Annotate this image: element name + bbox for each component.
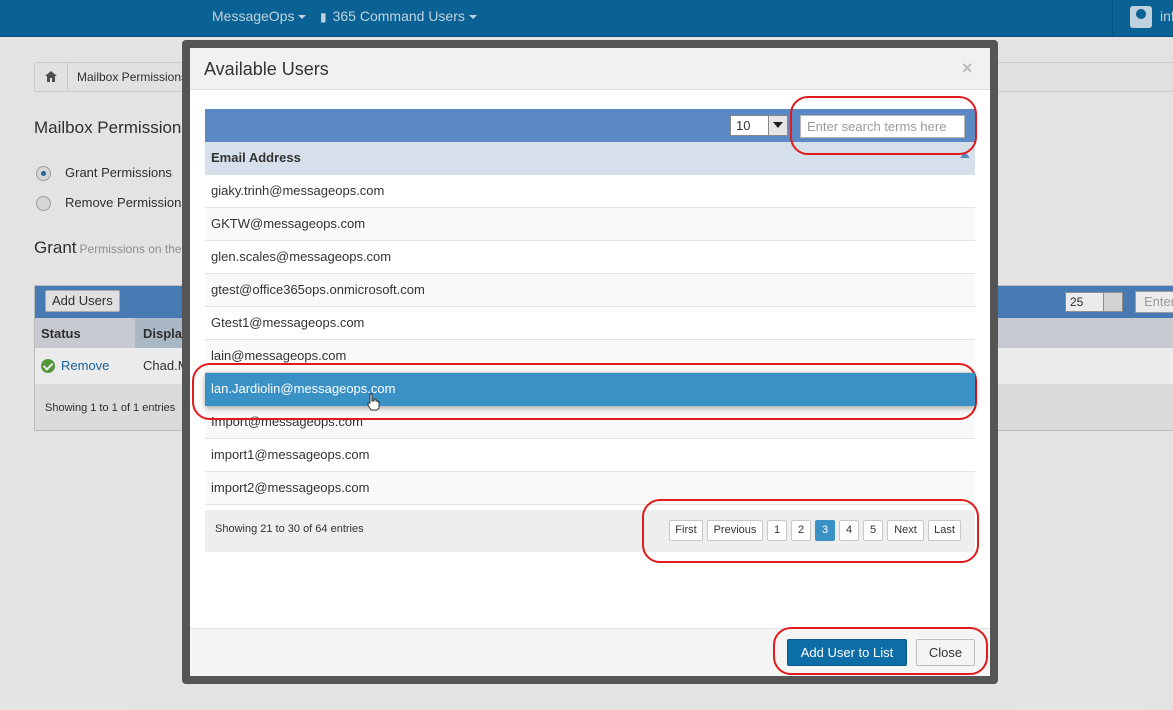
email-cell: GKTW@messageops.com [211,216,366,231]
table-info: Showing 21 to 30 of 64 entries [215,523,364,535]
table-row-selected[interactable]: lan.Jardiolin@messageops.com [205,373,975,411]
dropdown-arrow-icon[interactable] [768,116,787,135]
table-row[interactable]: glen.scales@messageops.com [205,241,975,274]
table-row[interactable]: import1@messageops.com [205,439,975,472]
page-size-value: 10 [736,118,751,133]
users-table-body: giaky.trinh@messageops.com GKTW@messageo… [205,175,975,505]
table-row[interactable]: Gtest1@messageops.com [205,307,975,340]
table-row[interactable]: GKTW@messageops.com [205,208,975,241]
column-header-email[interactable]: Email Address [211,150,301,165]
table-row[interactable]: gtest@office365ops.onmicrosoft.com [205,274,975,307]
email-cell: gtest@office365ops.onmicrosoft.com [211,282,425,297]
modal-header: Available Users × [190,48,990,90]
email-cell: import1@messageops.com [211,447,370,462]
email-cell: Gtest1@messageops.com [211,315,365,330]
hand-cursor-icon [367,393,380,411]
email-cell: import2@messageops.com [211,480,370,495]
close-icon[interactable]: × [962,58,973,79]
email-cell: giaky.trinh@messageops.com [211,183,385,198]
table-row[interactable]: giaky.trinh@messageops.com [205,175,975,208]
search-callout [790,96,977,155]
buttons-callout [773,627,988,675]
page-size-select[interactable]: 10 [730,115,788,136]
email-cell: lain@messageops.com [211,348,347,363]
modal-title: Available Users [204,59,329,79]
email-cell: glen.scales@messageops.com [211,249,392,264]
pagination-callout [642,499,979,563]
